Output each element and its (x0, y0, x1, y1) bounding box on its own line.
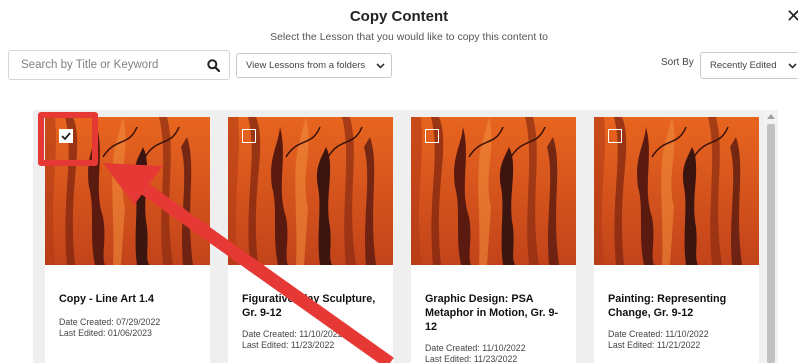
scroll-up-icon[interactable] (767, 114, 775, 119)
lesson-date-created: Date Created: 07/29/2022 (59, 317, 161, 327)
scrollbar-thumb[interactable] (767, 124, 775, 363)
lesson-title: Graphic Design: PSA Metaphor in Motion, … (425, 293, 559, 334)
lesson-title: Painting: Representing Change, Gr. 9-12 (608, 293, 727, 320)
lesson-date-created: Date Created: 11/10/2022 (242, 329, 343, 339)
lesson-date-created: Date Created: 11/10/2022 (425, 343, 526, 353)
folder-select-value: View Lessons from a folders (246, 60, 366, 71)
lesson-last-edited: Last Edited: 01/06/2023 (59, 328, 152, 338)
lesson-card[interactable]: Painting: Representing Change, Gr. 9-12 … (594, 117, 759, 363)
lesson-checkbox[interactable] (608, 129, 622, 143)
sort-select-value: Recently Edited (710, 60, 777, 71)
sort-label: Sort By (661, 57, 694, 68)
folder-select[interactable]: View Lessons from a folders (236, 53, 392, 78)
lesson-title: Figurative Clay Sculpture, Gr. 9-12 (242, 293, 376, 320)
modal-subtitle: Select the Lesson that you would like to… (270, 31, 548, 43)
lesson-last-edited: Last Edited: 11/21/2022 (608, 340, 701, 350)
lesson-checkbox-checked[interactable] (59, 129, 73, 143)
close-icon[interactable]: ✕ (786, 7, 798, 25)
lesson-checkbox[interactable] (242, 129, 256, 143)
lesson-card[interactable]: Copy - Line Art 1.4 Date Created: 07/29/… (45, 117, 210, 363)
lesson-last-edited: Last Edited: 11/23/2022 (242, 340, 335, 350)
lesson-date-created: Date Created: 11/10/2022 (608, 329, 709, 339)
copy-content-modal: Copy Content Select the Lesson that you … (0, 0, 798, 363)
checkmark-icon (61, 132, 71, 140)
lesson-checkbox[interactable] (425, 129, 439, 143)
lesson-card[interactable]: Graphic Design: PSA Metaphor in Motion, … (411, 117, 576, 363)
search-icon[interactable] (206, 58, 220, 72)
sort-select[interactable]: Recently Edited (700, 52, 798, 79)
search-input[interactable] (21, 59, 206, 71)
scrollbar[interactable] (764, 110, 778, 363)
search-box[interactable] (8, 50, 230, 80)
lesson-title: Copy - Line Art 1.4 (59, 293, 154, 305)
chevron-down-icon (787, 61, 797, 71)
lesson-card[interactable]: Figurative Clay Sculpture, Gr. 9-12 Date… (228, 117, 393, 363)
modal-title: Copy Content (349, 8, 449, 25)
lesson-last-edited: Last Edited: 11/23/2022 (425, 354, 518, 363)
chevron-down-icon (375, 61, 385, 71)
